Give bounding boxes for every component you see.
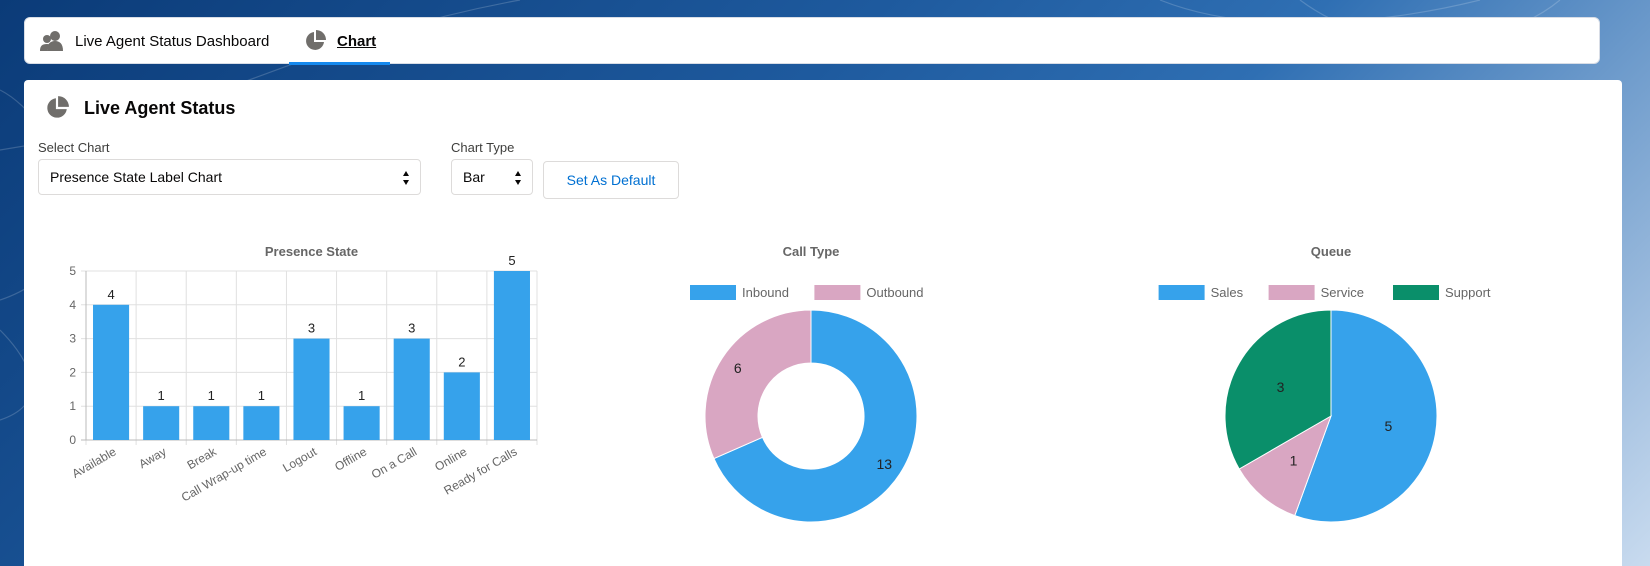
x-tick-label: Available [70, 444, 119, 481]
bar [493, 271, 530, 440]
y-tick-label: 5 [69, 264, 76, 278]
data-label: 13 [876, 456, 892, 472]
bar [193, 406, 230, 440]
data-label: 1 [208, 388, 215, 403]
legend-swatch [814, 285, 861, 300]
x-tick-label: On a Call [369, 444, 419, 481]
select-arrows-icon [403, 171, 409, 185]
call-type-donut-chart: Call Type Inbound Outbound 13 6 [690, 244, 924, 523]
chart-title: Call Type [783, 244, 840, 259]
chart-title: Queue [1311, 244, 1351, 259]
chart-panel: Live Agent Status Select Chart Presence … [24, 80, 1622, 566]
y-tick-label: 4 [69, 298, 76, 312]
legend-swatch [1268, 285, 1315, 300]
bar [93, 304, 130, 440]
data-label: 6 [734, 360, 742, 376]
select-chart-label: Select Chart [38, 140, 110, 155]
y-tick-label: 1 [69, 399, 76, 413]
bar [343, 406, 380, 440]
select-chart-value: Presence State Label Chart [50, 169, 222, 185]
data-label: 1 [358, 388, 365, 403]
data-label: 3 [408, 321, 415, 336]
legend-label: Sales [1211, 285, 1244, 300]
data-label: 2 [458, 354, 465, 369]
panel-header: Live Agent Status [44, 95, 235, 121]
set-as-default-button[interactable]: Set As Default [543, 161, 679, 199]
chart-title: Presence State [265, 244, 358, 259]
data-label: 1 [258, 388, 265, 403]
chart-type-value: Bar [463, 169, 485, 185]
chart-type-label: Chart Type [451, 140, 515, 155]
x-tick-label: Logout [280, 444, 319, 475]
legend-swatch [1393, 285, 1439, 300]
data-label: 1 [158, 388, 165, 403]
select-arrows-icon [515, 171, 521, 185]
bar [143, 406, 180, 440]
bar [393, 338, 430, 440]
bar [443, 372, 480, 440]
bar [243, 406, 280, 440]
x-tick-label: Break [185, 444, 220, 472]
pie-slice [704, 309, 812, 460]
legend-label: Service [1321, 285, 1364, 300]
presence-state-bar-chart: Presence State 0 1 2 3 4 5 4 Available 1 Away 1 Brea… [69, 244, 538, 505]
x-tick-label: Offline [332, 444, 369, 474]
select-chart-dropdown[interactable]: Presence State Label Chart [38, 159, 421, 195]
queue-pie-chart: Queue Sales Service Support 5 1 3 [1158, 244, 1491, 523]
users-icon [40, 31, 63, 51]
data-label: 4 [107, 287, 114, 302]
tab-live-agent-status-dashboard[interactable]: Live Agent Status Dashboard [39, 18, 269, 64]
tab-label: Chart [337, 32, 377, 50]
data-label: 5 [1385, 418, 1393, 434]
legend-swatch [1158, 285, 1205, 300]
data-label: 5 [508, 253, 515, 268]
y-tick-label: 3 [69, 332, 76, 346]
data-label: 1 [1290, 453, 1298, 469]
legend-label: Outbound [866, 285, 923, 300]
tab-bar: Live Agent Status Dashboard Chart [24, 17, 1600, 65]
bar [293, 338, 330, 440]
x-tick-label: Call Wrap-up time [179, 444, 269, 504]
pie-chart-icon [47, 96, 69, 118]
x-tick-label: Away [136, 444, 168, 471]
data-label: 3 [1277, 379, 1285, 395]
page-title: Live Agent Status [84, 97, 236, 118]
tab-label: Live Agent Status Dashboard [75, 32, 270, 50]
y-tick-label: 2 [69, 365, 76, 379]
y-tick-label: 0 [69, 433, 76, 447]
data-label: 3 [308, 321, 315, 336]
chart-type-dropdown[interactable]: Bar [451, 159, 533, 195]
x-tick-label: Online [432, 444, 469, 474]
legend-swatch [690, 285, 736, 300]
legend-label: Support [1445, 285, 1491, 300]
legend-label: Inbound [742, 285, 789, 300]
pie-chart-icon [306, 30, 326, 50]
tab-chart[interactable]: Chart [289, 18, 391, 65]
